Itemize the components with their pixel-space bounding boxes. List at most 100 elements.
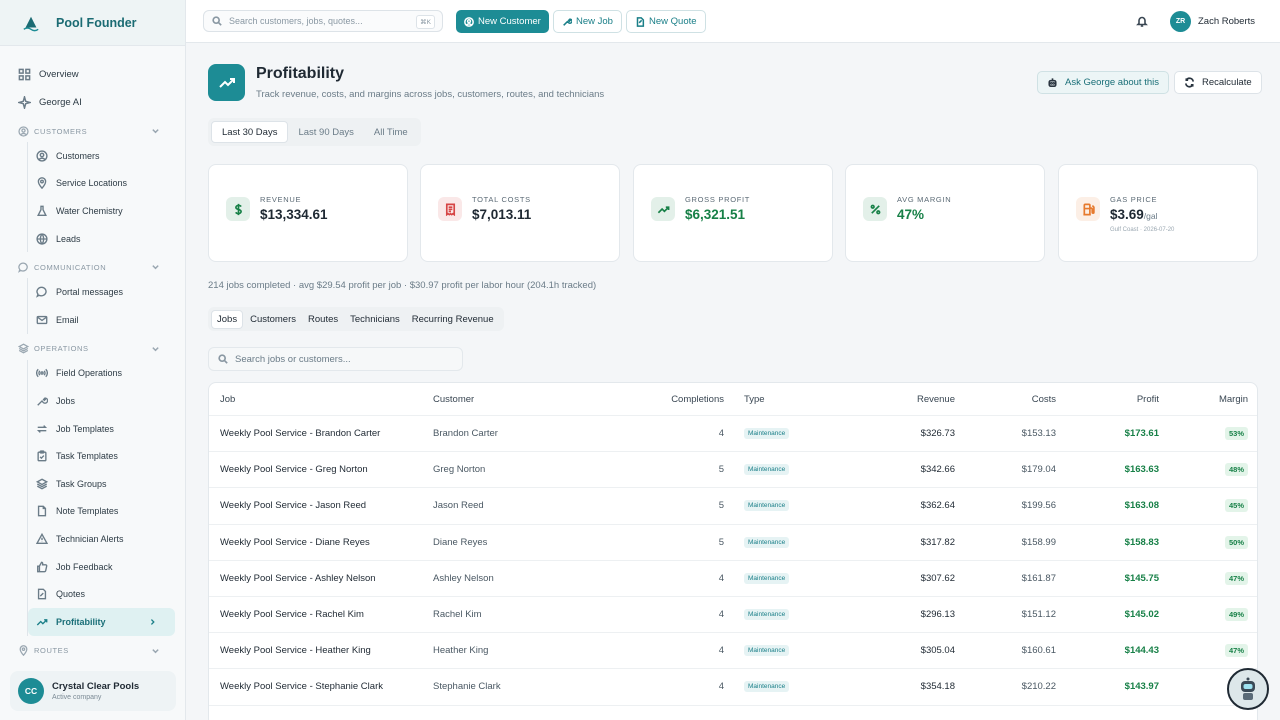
table-row[interactable]: Weekly Pool Service - Heather King Heathe… xyxy=(209,633,1257,670)
sidebar-item-job-templates[interactable]: Job Templates xyxy=(28,415,185,443)
alert-triangle-icon xyxy=(36,532,48,544)
column-header-job[interactable]: Job xyxy=(220,383,235,415)
cell-revenue: $296.13 xyxy=(920,609,955,621)
chevron-right-icon xyxy=(150,618,155,625)
column-header-costs[interactable]: Costs xyxy=(1032,383,1056,415)
bell-icon[interactable] xyxy=(1136,15,1148,27)
tab-jobs[interactable]: Jobs xyxy=(211,309,244,329)
flask-icon xyxy=(37,205,47,216)
sidebar-subgroup: Field Operations Jobs Job Templates Task Te… xyxy=(27,359,185,636)
table-search[interactable] xyxy=(208,347,463,371)
cell-costs: $160.61 xyxy=(1021,645,1056,657)
cell-revenue: $317.82 xyxy=(920,536,955,548)
range-last-90-days[interactable]: Last 90 Days xyxy=(288,121,363,143)
cell-completions: 4 xyxy=(718,572,724,584)
cell-profit: $173.61 xyxy=(1124,428,1159,440)
company-switcher[interactable]: CC Crystal Clear Pools Active company xyxy=(10,671,176,711)
sidebar-item-water-chemistry[interactable]: Water Chemistry xyxy=(28,197,185,225)
tab-customers[interactable]: Customers xyxy=(245,310,301,329)
column-header-margin[interactable]: Margin xyxy=(1219,383,1248,415)
brand[interactable]: Pool Founder xyxy=(0,0,185,46)
table-row[interactable]: Weekly Pool Service - Jason Reed Jason Re… xyxy=(209,488,1257,525)
column-header-customer[interactable]: Customer xyxy=(433,383,474,415)
kpi-unit: /gal xyxy=(1143,211,1158,221)
sidebar-item-profitability[interactable]: Profitability xyxy=(28,607,175,636)
margin-badge: 47% xyxy=(1224,644,1248,658)
cell-job: Weekly Pool Service - Brandon Carter xyxy=(220,428,381,440)
sidebar-item-job-feedback[interactable]: Job Feedback xyxy=(28,553,185,581)
sidebar-section-customers[interactable]: Customers xyxy=(0,120,185,142)
pool-founder-logo-icon xyxy=(23,16,39,31)
search-icon xyxy=(212,16,222,26)
table-row[interactable]: Weekly Pool Service - Rachel Kim Rachel K… xyxy=(209,597,1257,634)
wrench-icon xyxy=(563,17,572,26)
global-search[interactable]: ⌘K xyxy=(203,10,443,32)
new-customer-label: New Customer xyxy=(478,16,541,27)
sidebar-item-portal-messages[interactable]: Portal messages xyxy=(28,278,185,306)
sidebar-item-label: Task Groups xyxy=(56,478,107,489)
dollar-icon xyxy=(234,203,242,215)
cell-profit: $163.08 xyxy=(1124,500,1159,512)
table-row[interactable]: Weekly Pool Service - Diane Reyes Diane R… xyxy=(209,525,1257,561)
recalculate-button[interactable]: Recalculate xyxy=(1174,71,1262,94)
column-header-type[interactable]: Type xyxy=(744,383,765,415)
sidebar-item-technician-alerts[interactable]: Technician Alerts xyxy=(28,525,185,553)
table-row[interactable]: Weekly Pool Service - Stephanie Clark Ste… xyxy=(209,669,1257,706)
new-customer-button[interactable]: New Customer xyxy=(456,10,549,33)
column-header-profit[interactable]: Profit xyxy=(1137,383,1159,415)
margin-badge: 45% xyxy=(1224,499,1248,513)
ask-george-button[interactable]: Ask George about this xyxy=(1037,71,1169,94)
percent-icon xyxy=(870,204,880,214)
main-content: Profitability Track revenue, costs, and … xyxy=(186,43,1280,720)
sidebar-item-jobs[interactable]: Jobs xyxy=(28,387,185,415)
range-all-time[interactable]: All Time xyxy=(364,121,418,143)
new-job-button[interactable]: New Job xyxy=(553,10,622,33)
margin-badge: 50% xyxy=(1224,535,1248,549)
column-header-completions[interactable]: Completions xyxy=(671,383,724,415)
global-search-input[interactable] xyxy=(229,16,409,26)
sidebar-item-quotes[interactable]: Quotes xyxy=(28,580,185,608)
user-menu[interactable]: ZR Zach Roberts xyxy=(1170,11,1255,32)
table-row[interactable]: Weekly Pool Service - Greg Norton Greg No… xyxy=(209,452,1257,489)
sidebar-item-task-templates[interactable]: Task Templates xyxy=(28,442,185,470)
table-search-input[interactable] xyxy=(235,353,455,365)
sidebar-item-field-operations[interactable]: Field Operations xyxy=(28,360,185,388)
kpi-cards: Revenue $13,334.61 Total Costs $7,013.11 Gro… xyxy=(208,164,1258,262)
date-range-selector: Last 30 Days Last 90 Days All Time xyxy=(208,118,421,146)
cell-customer: Greg Norton xyxy=(433,464,486,476)
sidebar-section-routes[interactable]: Routes xyxy=(0,640,185,662)
job-type-badge: Maintenance xyxy=(744,681,790,693)
sidebar-item-note-templates[interactable]: Note Templates xyxy=(28,498,185,526)
kpi-label: Gas Price xyxy=(1110,195,1158,204)
kpi-label: Avg Margin xyxy=(897,195,952,204)
user-circle-icon xyxy=(464,16,474,27)
sidebar-item-overview[interactable]: Overview xyxy=(0,60,185,88)
tab-recurring-revenue[interactable]: Recurring Revenue xyxy=(407,310,499,329)
column-header-revenue[interactable]: Revenue xyxy=(917,383,955,415)
sidebar-item-label: Note Templates xyxy=(56,506,119,517)
table-row[interactable]: Weekly Pool Service - Ashley Nelson Ashle… xyxy=(209,561,1257,597)
sidebar-item-george-ai[interactable]: George AI xyxy=(0,88,185,116)
sidebar-item-customers[interactable]: Customers xyxy=(28,142,185,170)
cell-margin: 47% xyxy=(1224,561,1248,596)
robot-avatar-icon xyxy=(1241,677,1255,700)
sidebar-subgroup: Portal messages Email xyxy=(27,278,185,334)
sidebar-item-service-locations[interactable]: Service Locations xyxy=(28,170,185,198)
george-assistant-button[interactable] xyxy=(1227,668,1269,710)
tab-routes[interactable]: Routes xyxy=(303,310,343,329)
sidebar-item-email[interactable]: Email xyxy=(28,306,185,334)
cell-job: Weekly Pool Service - Rachel Kim xyxy=(220,609,364,621)
kpi-value-text: $3.69 xyxy=(1110,207,1144,222)
tab-technicians[interactable]: Technicians xyxy=(345,310,405,329)
new-quote-button[interactable]: New Quote xyxy=(626,10,706,33)
sidebar-section-communication[interactable]: Communication xyxy=(0,256,185,278)
kpi-card-total-costs: Total Costs $7,013.11 xyxy=(420,164,620,262)
sidebar-item-task-groups[interactable]: Task Groups xyxy=(28,470,185,498)
table-row[interactable]: Weekly Pool Service - Brandon Carter Bran… xyxy=(209,416,1257,453)
kpi-value-text: $6,321.51 xyxy=(685,207,746,222)
cell-customer: Stephanie Clark xyxy=(433,681,501,693)
sidebar-item-leads[interactable]: Leads xyxy=(28,225,185,253)
sidebar-section-operations[interactable]: Operations xyxy=(0,338,185,360)
chevron-down-icon xyxy=(152,129,159,134)
range-last-30-days[interactable]: Last 30 Days xyxy=(211,121,289,143)
